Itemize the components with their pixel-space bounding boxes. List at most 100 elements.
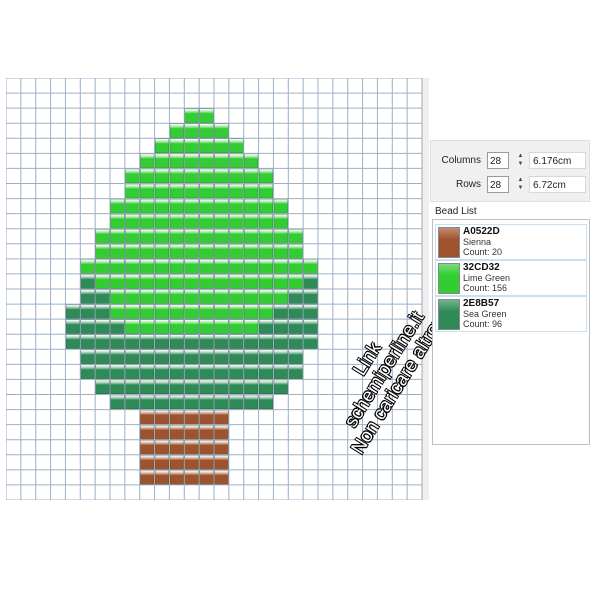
bead-cell[interactable] bbox=[199, 168, 214, 184]
bead-cell[interactable] bbox=[169, 168, 184, 184]
bead-cell[interactable] bbox=[140, 183, 155, 199]
bead-cell[interactable] bbox=[125, 289, 140, 304]
bead-cell[interactable] bbox=[184, 289, 199, 304]
bead-cell[interactable] bbox=[184, 379, 199, 395]
bead-cell[interactable] bbox=[199, 138, 214, 154]
bead-cell[interactable] bbox=[288, 259, 303, 274]
bead-cell[interactable] bbox=[303, 274, 318, 289]
bead-cell[interactable] bbox=[244, 198, 259, 214]
bead-cell[interactable] bbox=[125, 259, 140, 274]
bead-cell[interactable] bbox=[273, 304, 288, 319]
bead-cell[interactable] bbox=[184, 424, 199, 440]
bead-cell[interactable] bbox=[214, 259, 229, 274]
bead-cell[interactable] bbox=[140, 244, 155, 259]
bead-cell[interactable] bbox=[140, 153, 155, 169]
bead-cell[interactable] bbox=[199, 394, 214, 410]
bead-cell[interactable] bbox=[125, 244, 140, 259]
bead-cell[interactable] bbox=[273, 379, 288, 395]
bead-cell[interactable] bbox=[184, 108, 199, 123]
bead-cell[interactable] bbox=[244, 213, 259, 229]
bead-cell[interactable] bbox=[214, 138, 229, 154]
bead-cell[interactable] bbox=[288, 244, 303, 259]
bead-cell[interactable] bbox=[229, 349, 244, 365]
bead-cell[interactable] bbox=[229, 244, 244, 259]
bead-cell[interactable] bbox=[214, 153, 229, 169]
bead-cell[interactable] bbox=[154, 394, 170, 410]
bead-cell[interactable] bbox=[244, 274, 259, 289]
bead-cell[interactable] bbox=[214, 183, 229, 199]
bead-cell[interactable] bbox=[125, 168, 140, 184]
bead-cell[interactable] bbox=[214, 455, 229, 470]
bead-cell[interactable] bbox=[154, 304, 170, 319]
bead-cell[interactable] bbox=[140, 409, 155, 425]
bead-cell[interactable] bbox=[229, 334, 244, 349]
bead-cell[interactable] bbox=[154, 379, 170, 395]
bead-cell[interactable] bbox=[95, 319, 110, 334]
bead-cell[interactable] bbox=[184, 440, 199, 455]
bead-cell[interactable] bbox=[273, 334, 288, 349]
bead-cell[interactable] bbox=[229, 259, 244, 274]
bead-cell[interactable] bbox=[95, 229, 110, 244]
bead-cell[interactable] bbox=[154, 259, 170, 274]
bead-cell[interactable] bbox=[110, 259, 125, 274]
bead-cell[interactable] bbox=[169, 334, 184, 349]
bead-cell[interactable] bbox=[169, 213, 184, 229]
bead-cell[interactable] bbox=[244, 289, 259, 304]
bead-cell[interactable] bbox=[199, 334, 214, 349]
bead-cell[interactable] bbox=[80, 349, 95, 365]
bead-cell[interactable] bbox=[288, 349, 303, 365]
bead-cell[interactable] bbox=[273, 213, 288, 229]
bead-cell[interactable] bbox=[169, 229, 184, 244]
chevron-up-icon[interactable]: ▲ bbox=[516, 152, 525, 160]
bead-cell[interactable] bbox=[258, 229, 274, 244]
bead-cell[interactable] bbox=[110, 304, 125, 319]
bead-cell[interactable] bbox=[80, 274, 95, 289]
bead-cell[interactable] bbox=[184, 304, 199, 319]
bead-cell[interactable] bbox=[229, 229, 244, 244]
bead-cell[interactable] bbox=[80, 259, 95, 274]
bead-cell[interactable] bbox=[244, 334, 259, 349]
bead-cell[interactable] bbox=[199, 183, 214, 199]
bead-cell[interactable] bbox=[95, 244, 110, 259]
bead-cell[interactable] bbox=[229, 153, 244, 169]
bead-cell[interactable] bbox=[169, 183, 184, 199]
bead-cell[interactable] bbox=[110, 319, 125, 334]
bead-cell[interactable] bbox=[199, 379, 214, 395]
bead-cell[interactable] bbox=[154, 183, 170, 199]
bead-cell[interactable] bbox=[184, 394, 199, 410]
bead-cell[interactable] bbox=[258, 274, 274, 289]
bead-cell[interactable] bbox=[80, 304, 95, 319]
bead-cell[interactable] bbox=[154, 364, 170, 380]
bead-cell[interactable] bbox=[303, 319, 318, 334]
bead-cell[interactable] bbox=[199, 244, 214, 259]
bead-cell[interactable] bbox=[169, 138, 184, 154]
bead-cell[interactable] bbox=[199, 470, 214, 485]
chevron-up-icon[interactable]: ▲ bbox=[516, 176, 525, 184]
bead-cell[interactable] bbox=[199, 213, 214, 229]
bead-cell[interactable] bbox=[95, 259, 110, 274]
bead-cell[interactable] bbox=[273, 349, 288, 365]
bead-cell[interactable] bbox=[258, 319, 274, 334]
bead-cell[interactable] bbox=[140, 274, 155, 289]
bead-cell[interactable] bbox=[169, 289, 184, 304]
bead-cell[interactable] bbox=[273, 244, 288, 259]
bead-cell[interactable] bbox=[110, 394, 125, 410]
bead-cell[interactable] bbox=[303, 304, 318, 319]
bead-cell[interactable] bbox=[184, 259, 199, 274]
bead-cell[interactable] bbox=[125, 213, 140, 229]
bead-cell[interactable] bbox=[303, 289, 318, 304]
bead-cell[interactable] bbox=[273, 319, 288, 334]
bead-cell[interactable] bbox=[169, 394, 184, 410]
bead-cell[interactable] bbox=[140, 349, 155, 365]
bead-cell[interactable] bbox=[244, 229, 259, 244]
bead-cell[interactable] bbox=[258, 334, 274, 349]
bead-cell[interactable] bbox=[184, 244, 199, 259]
bead-cell[interactable] bbox=[244, 379, 259, 395]
bead-cell[interactable] bbox=[214, 349, 229, 365]
bead-cell[interactable] bbox=[80, 334, 95, 349]
bead-cell[interactable] bbox=[244, 183, 259, 199]
bead-cell[interactable] bbox=[140, 289, 155, 304]
bead-cell[interactable] bbox=[110, 334, 125, 349]
bead-cell[interactable] bbox=[154, 168, 170, 184]
bead-cell[interactable] bbox=[125, 334, 140, 349]
